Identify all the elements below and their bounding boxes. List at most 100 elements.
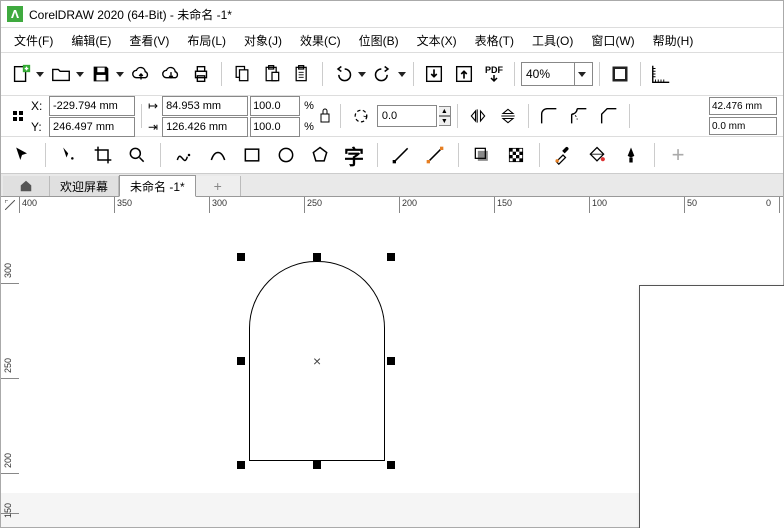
rectangle-tool[interactable]	[237, 140, 267, 170]
ruler-vertical[interactable]: 300 250 200 150	[1, 213, 20, 493]
publish-pdf-button[interactable]: PDF	[480, 60, 508, 88]
ruler-horizontal[interactable]: 400 350 300 250 200 150 100 50 0	[19, 197, 783, 214]
outline-width-input[interactable]	[709, 97, 777, 115]
standard-toolbar: PDF	[1, 53, 783, 96]
tab-add[interactable]: +	[196, 176, 241, 196]
handle-tl[interactable]	[237, 253, 245, 261]
handle-br[interactable]	[387, 461, 395, 469]
page-boundary	[639, 285, 784, 528]
connector-tool[interactable]	[420, 140, 450, 170]
corner-scallop-button[interactable]	[565, 102, 593, 130]
save-dropdown[interactable]	[115, 69, 125, 79]
width-icon: ↦	[148, 99, 158, 113]
handle-bm[interactable]	[313, 461, 321, 469]
cloud-save-button[interactable]	[157, 60, 185, 88]
menu-view[interactable]: 查看(V)	[120, 30, 178, 51]
text-tool[interactable]: 字	[339, 140, 369, 170]
save-button[interactable]	[87, 60, 115, 88]
shape-tool[interactable]	[54, 140, 84, 170]
mirror-v-button[interactable]	[494, 102, 522, 130]
pick-tool[interactable]	[7, 140, 37, 170]
cloud-open-button[interactable]	[127, 60, 155, 88]
crop-tool[interactable]	[88, 140, 118, 170]
rotation-icon	[347, 102, 375, 130]
height-input[interactable]	[162, 117, 248, 137]
zoom-combo[interactable]	[521, 62, 593, 86]
tab-welcome[interactable]: 欢迎屏幕	[50, 176, 119, 196]
tab-document[interactable]: 未命名 -1*	[119, 175, 196, 197]
y-label: Y:	[31, 120, 45, 134]
paste-button[interactable]	[258, 60, 286, 88]
scale-x-input[interactable]	[250, 96, 300, 116]
transparency-tool[interactable]	[501, 140, 531, 170]
handle-ml[interactable]	[237, 357, 245, 365]
redo-button[interactable]	[369, 60, 397, 88]
undo-button[interactable]	[329, 60, 357, 88]
rotation-spinner[interactable]: ▲▼	[439, 106, 451, 126]
copy-button[interactable]	[228, 60, 256, 88]
handle-mr[interactable]	[387, 357, 395, 365]
outline-offset-input[interactable]	[709, 117, 777, 135]
new-button[interactable]	[7, 60, 35, 88]
import-button[interactable]	[420, 60, 448, 88]
export-button[interactable]	[450, 60, 478, 88]
x-label: X:	[31, 99, 45, 113]
menu-window[interactable]: 窗口(W)	[582, 30, 643, 51]
fullscreen-button[interactable]	[606, 60, 634, 88]
menu-file[interactable]: 文件(F)	[5, 30, 62, 51]
polygon-tool[interactable]	[305, 140, 335, 170]
fill-tool[interactable]	[582, 140, 612, 170]
handle-tm[interactable]	[313, 253, 321, 261]
menu-bitmap[interactable]: 位图(B)	[350, 30, 408, 51]
height-icon: ⇥	[148, 120, 158, 134]
undo-dropdown[interactable]	[357, 69, 367, 79]
ruler-icon[interactable]	[647, 60, 675, 88]
menu-edit[interactable]: 编辑(E)	[62, 30, 120, 51]
dropshadow-tool[interactable]	[467, 140, 497, 170]
center-marker[interactable]: ×	[313, 353, 321, 369]
menu-layout[interactable]: 布局(L)	[178, 30, 235, 51]
ruler-origin[interactable]	[1, 197, 20, 214]
line-tool[interactable]	[386, 140, 416, 170]
width-input[interactable]	[162, 96, 248, 116]
zoom-dropdown[interactable]	[574, 63, 589, 85]
eyedropper-tool[interactable]	[548, 140, 578, 170]
corner-chamfer-button[interactable]	[595, 102, 623, 130]
menu-tool[interactable]: 工具(O)	[523, 30, 582, 51]
menu-effect[interactable]: 效果(C)	[291, 30, 350, 51]
redo-dropdown[interactable]	[397, 69, 407, 79]
clipboard-button[interactable]	[288, 60, 316, 88]
lock-ratio-button[interactable]	[316, 100, 334, 132]
zoom-input[interactable]	[522, 67, 574, 81]
handle-tr[interactable]	[387, 253, 395, 261]
open-dropdown[interactable]	[75, 69, 85, 79]
freehand-tool[interactable]	[169, 140, 199, 170]
print-button[interactable]	[187, 60, 215, 88]
outline-props	[709, 97, 777, 135]
x-input[interactable]	[49, 96, 135, 116]
curve-tool[interactable]	[203, 140, 233, 170]
app-icon	[7, 6, 23, 22]
scale-y-input[interactable]	[250, 117, 300, 137]
rotation-input[interactable]: 0.0	[377, 105, 437, 127]
zoom-tool[interactable]	[122, 140, 152, 170]
menu-help[interactable]: 帮助(H)	[644, 30, 703, 51]
handle-bl[interactable]	[237, 461, 245, 469]
outline-pen-tool[interactable]	[616, 140, 646, 170]
tab-home[interactable]	[3, 176, 50, 196]
menu-object[interactable]: 对象(J)	[235, 30, 291, 51]
open-button[interactable]	[47, 60, 75, 88]
add-tool[interactable]: +	[663, 140, 693, 170]
mirror-h-button[interactable]	[464, 102, 492, 130]
menu-bar: 文件(F) 编辑(E) 查看(V) 布局(L) 对象(J) 效果(C) 位图(B…	[1, 28, 783, 53]
menu-text[interactable]: 文本(X)	[408, 30, 466, 51]
title-bar: CorelDRAW 2020 (64-Bit) - 未命名 -1*	[1, 1, 783, 28]
toolbox: 字 +	[1, 137, 783, 174]
corner-round-button[interactable]	[535, 102, 563, 130]
menu-table[interactable]: 表格(T)	[466, 30, 523, 51]
canvas[interactable]: ×	[19, 213, 783, 493]
y-input[interactable]	[49, 117, 135, 137]
new-dropdown[interactable]	[35, 69, 45, 79]
ellipse-tool[interactable]	[271, 140, 301, 170]
object-position-icon	[7, 102, 29, 130]
